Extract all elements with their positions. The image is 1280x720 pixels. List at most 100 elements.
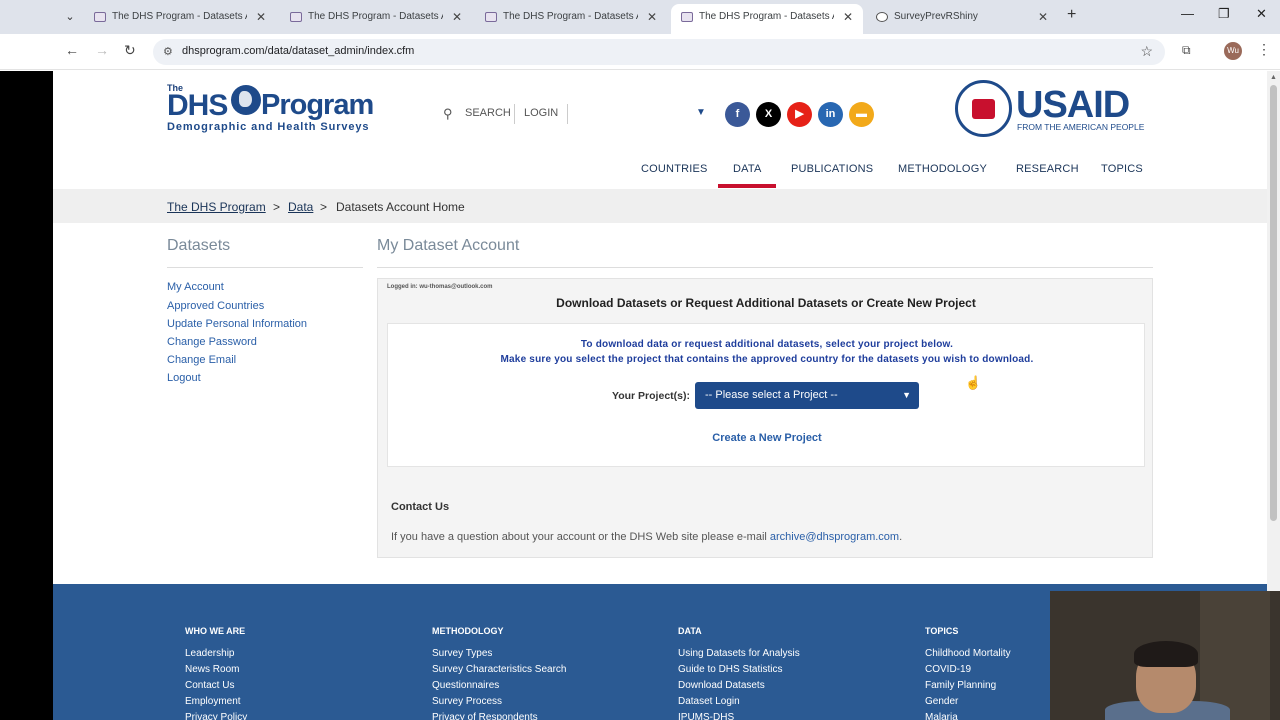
language-dropdown-caret-icon[interactable]: ▼ [696,107,706,118]
minimize-icon[interactable]: — [1181,6,1194,21]
sidebar-item-update-personal-information[interactable]: Update Personal Information [167,318,307,330]
footer-link[interactable]: Download Datasets [678,680,765,691]
browser-tab[interactable]: The DHS Program - Datasets Ac ✕ [84,4,276,34]
breadcrumb: The DHS Program > Data > Datasets Accoun… [53,189,1267,223]
nav-countries[interactable]: COUNTRIES [641,163,708,175]
footer-link[interactable]: Family Planning [925,680,996,691]
contact-text: If you have a question about your accoun… [391,531,903,543]
browser-tab[interactable]: The DHS Program - Datasets Ac ✕ [280,4,472,34]
footer-link[interactable]: Survey Types [432,648,492,659]
browser-tab[interactable]: SurveyPrevRShiny ✕ [866,4,1058,34]
project-select[interactable]: -- Please select a Project -- ▼ [695,382,919,409]
footer-link[interactable]: Childhood Mortality [925,648,1011,659]
forward-icon[interactable]: → [95,42,109,58]
dhs-favicon-icon [681,12,693,22]
panel-heading: Download Datasets or Request Additional … [556,296,976,310]
linkedin-icon[interactable]: in [818,102,843,127]
nav-topics[interactable]: TOPICS [1101,163,1143,175]
project-selection-box: To download data or request additional d… [387,323,1145,467]
dataset-account-panel: Logged in: wu-thomas@outlook.com Downloa… [377,278,1153,558]
scrollbar-thumb[interactable] [1270,85,1277,521]
footer-link[interactable]: Questionnaires [432,680,499,691]
site-info-icon[interactable]: ⚙ [163,45,173,58]
divider [514,104,515,124]
back-icon[interactable]: ← [65,42,79,58]
instruction-line-2: Make sure you select the project that co… [500,354,1034,365]
search-icon[interactable]: ⚲ [443,106,453,122]
chat-icon[interactable]: ▬ [849,102,874,127]
contact-email-link[interactable]: archive@dhsprogram.com [770,531,899,543]
breadcrumb-data[interactable]: Data [288,200,313,214]
sidebar-item-change-password[interactable]: Change Password [167,336,257,348]
tab-close-icon[interactable]: ✕ [647,4,657,30]
footer-heading: DATA [678,626,702,636]
browser-tab[interactable]: The DHS Program - Datasets Ac ✕ [475,4,667,34]
reload-icon[interactable]: ↻ [124,42,136,59]
address-bar[interactable]: ⚙ dhsprogram.com/data/dataset_admin/inde… [153,39,1165,65]
restore-icon[interactable]: ❐ [1218,6,1230,22]
profile-avatar[interactable]: Wu [1224,42,1242,60]
footer-link[interactable]: Leadership [185,648,234,659]
footer-link[interactable]: News Room [185,664,239,675]
footer-link[interactable]: Gender [925,696,958,707]
breadcrumb-current: Datasets Account Home [336,200,465,214]
footer-heading: TOPICS [925,626,959,636]
breadcrumb-separator: > [273,200,281,214]
bookmark-star-icon[interactable]: ☆ [1140,43,1153,60]
divider [377,267,1153,268]
breadcrumb-home[interactable]: The DHS Program [167,200,266,214]
tab-close-icon[interactable]: ✕ [1038,4,1048,30]
nav-data[interactable]: DATA [733,163,762,175]
browser-window: ⌄ The DHS Program - Datasets Ac ✕ The DH… [0,0,1280,720]
nav-publications[interactable]: PUBLICATIONS [791,163,873,175]
new-tab-icon[interactable]: + [1067,6,1076,24]
footer-link[interactable]: Employment [185,696,241,707]
footer-link[interactable]: Survey Characteristics Search [432,664,567,675]
footer-heading: METHODOLOGY [432,626,504,636]
divider [167,267,363,268]
tab-close-icon[interactable]: ✕ [843,4,853,30]
x-icon[interactable]: X [756,102,781,127]
scroll-up-icon[interactable]: ▲ [1270,74,1277,81]
footer-link[interactable]: Privacy Policy [185,712,247,720]
footer-link[interactable]: COVID-19 [925,664,971,675]
login-link[interactable]: LOGIN [524,107,558,119]
sidebar-item-my-account[interactable]: My Account [167,281,224,293]
youtube-icon[interactable]: ▶ [787,102,812,127]
dhs-program-logo[interactable]: The DHS Program Demographic and Health S… [167,83,377,135]
contact-heading: Contact Us [391,501,450,513]
divider [567,104,568,124]
sidebar-item-change-email[interactable]: Change Email [167,354,236,366]
dhs-favicon-icon [485,12,497,22]
footer-link[interactable]: Survey Process [432,696,502,707]
usaid-logo[interactable]: USAID FROM THE AMERICAN PEOPLE [955,80,1150,138]
active-nav-indicator [718,184,776,188]
dropdown-caret-icon: ▼ [902,390,911,400]
facebook-icon[interactable]: f [725,102,750,127]
footer-link[interactable]: Contact Us [185,680,234,691]
search-link[interactable]: SEARCH [465,107,511,119]
footer-link[interactable]: Using Datasets for Analysis [678,648,800,659]
url-text[interactable]: dhsprogram.com/data/dataset_admin/index.… [182,45,414,57]
footer-link[interactable]: Dataset Login [678,696,740,707]
extensions-icon[interactable]: ⧉ [1182,43,1191,58]
footer-link[interactable]: IPUMS-DHS [678,712,734,720]
nav-methodology[interactable]: METHODOLOGY [898,163,987,175]
browser-menu-icon[interactable]: ⋮ [1257,41,1271,58]
footer-link[interactable]: Privacy of Respondents [432,712,538,720]
footer-link[interactable]: Malaria [925,712,958,720]
tab-close-icon[interactable]: ✕ [452,4,462,30]
logged-in-status: Logged in: wu-thomas@outlook.com [387,284,493,290]
page-title: My Dataset Account [377,237,520,254]
browser-tab-active[interactable]: The DHS Program - Datasets Ac ✕ [671,4,863,34]
sidebar-item-approved-countries[interactable]: Approved Countries [167,300,264,312]
footer-link[interactable]: Guide to DHS Statistics [678,664,782,675]
dhs-favicon-icon [94,12,106,22]
create-new-project-link[interactable]: Create a New Project [388,432,1146,444]
window-close-icon[interactable]: ✕ [1256,6,1267,22]
nav-research[interactable]: RESEARCH [1016,163,1079,175]
sidebar-item-logout[interactable]: Logout [167,372,201,384]
tab-close-icon[interactable]: ✕ [256,4,266,30]
tab-search-chevron-icon[interactable]: ⌄ [60,7,80,27]
screen-margin [0,71,53,720]
